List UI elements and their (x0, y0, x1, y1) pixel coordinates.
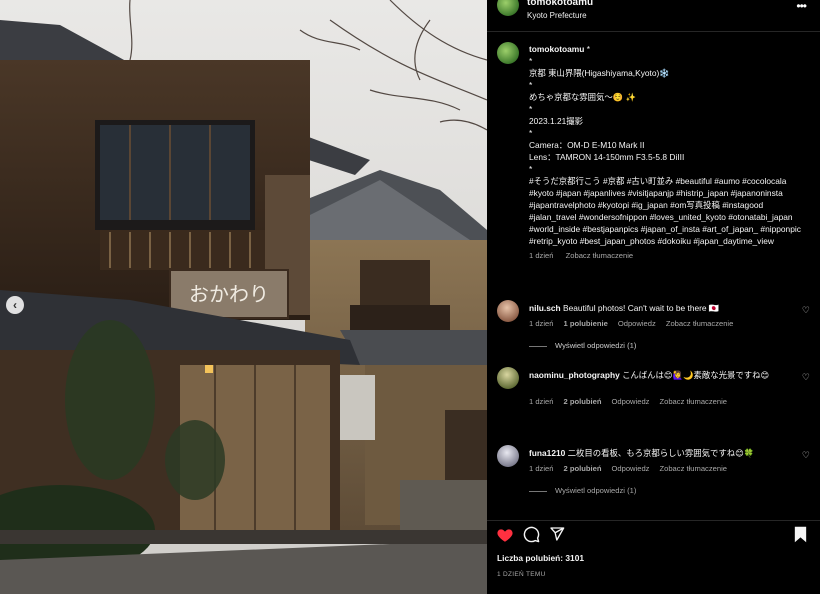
comment-body: こんばんは😊🙋‍♀️🌙素敵な光景ですね😊 (622, 370, 770, 380)
divider (529, 345, 547, 347)
heart-outline-icon[interactable]: ♡ (802, 450, 810, 461)
caption-line: 2023.1.21撮影 (529, 116, 584, 126)
caption-line: Camera：OM-D E-M10 Mark II (529, 140, 645, 150)
comment-username[interactable]: naominu_photography (529, 370, 620, 380)
comment-text: nilu.sch Beautiful photos! Can't wait to… (529, 302, 794, 314)
comments-scroll[interactable]: tomokotoamu * * 京都 東山界隈(Higashiyama,Kyot… (487, 33, 820, 513)
divider (529, 490, 547, 492)
comment-replies-row: Wyświetl odpowiedzi (1) (529, 341, 636, 350)
comment-reply-button[interactable]: Odpowiedz (618, 319, 656, 328)
avatar[interactable] (497, 445, 519, 467)
comment-time: 1 dzień (529, 319, 554, 328)
post-sidebar: tomokotoamu Kyoto Prefecture ••• tomokot… (487, 0, 820, 594)
comment-text: funa1210 二枚目の看板、もろ京都らしい雰囲気ですね😊🍀 (529, 447, 794, 459)
comment-translate-link[interactable]: Zobacz tłumaczenie (659, 397, 727, 406)
comment-reply-button[interactable]: Odpowiedz (611, 464, 649, 473)
header-username[interactable]: tomokotoamu (527, 0, 593, 8)
comment-body: 二枚目の看板、もろ京都らしい雰囲気ですね😊🍀 (567, 448, 755, 458)
caption-line: * (529, 164, 533, 174)
comment-username[interactable]: funa1210 (529, 448, 565, 458)
chevron-left-icon[interactable]: ‹ (6, 296, 24, 314)
caption-username[interactable]: tomokotoamu (529, 44, 584, 54)
comment-time: 1 dzień (529, 464, 554, 473)
caption-line: Lens：TAMRON 14-150mm F3.5-5.8 DiIII (529, 152, 685, 162)
action-bar (487, 520, 820, 550)
comment-likes[interactable]: 1 polubienie (564, 319, 608, 328)
caption-translate-link[interactable]: Zobacz tłumaczenie (566, 251, 634, 260)
heart-outline-icon[interactable]: ♡ (802, 305, 810, 316)
caption-hashtags[interactable]: #そうだ京都行こう #京都 #古い町並み #beautiful #aumo #c… (529, 175, 809, 247)
likes-count[interactable]: Liczba polubień: 3101 (497, 553, 584, 563)
caption-line: めちゃ京都な雰囲気〜☺️ ✨ (529, 92, 636, 102)
caption-line: * (529, 56, 533, 66)
post-date: 1 DZIEŃ TEMU (497, 571, 546, 578)
comment-text: naominu_photography こんばんは😊🙋‍♀️🌙素敵な光景ですね😊 (529, 369, 794, 381)
caption-line: * (529, 80, 533, 90)
view-replies-button[interactable]: Wyświetl odpowiedzi (1) (555, 341, 636, 350)
caption-line: * (529, 128, 533, 138)
avatar[interactable] (497, 300, 519, 322)
header-location[interactable]: Kyoto Prefecture (527, 11, 587, 20)
shop-sign: おかわり (189, 282, 269, 306)
bookmark-icon[interactable] (793, 526, 808, 543)
comment-translate-link[interactable]: Zobacz tłumaczenie (659, 464, 727, 473)
caption: tomokotoamu * * 京都 東山界隈(Higashiyama,Kyot… (529, 43, 809, 262)
comment-body: Beautiful photos! Can't wait to be there… (562, 303, 720, 313)
comment-likes[interactable]: 2 polubień (564, 397, 602, 406)
post-header: tomokotoamu Kyoto Prefecture ••• (487, 0, 820, 32)
avatar[interactable] (497, 367, 519, 389)
post-photo[interactable]: おかわり ‹ (0, 0, 487, 594)
caption-avatar[interactable] (497, 42, 519, 64)
heart-outline-icon[interactable]: ♡ (802, 372, 810, 383)
caption-line: * (529, 104, 533, 114)
comment-likes[interactable]: 2 polubień (564, 464, 602, 473)
comment-reply-button[interactable]: Odpowiedz (611, 397, 649, 406)
heart-filled-icon[interactable] (496, 526, 514, 544)
comment-translate-link[interactable]: Zobacz tłumaczenie (666, 319, 734, 328)
comment-icon[interactable] (523, 526, 540, 543)
avatar[interactable] (497, 0, 519, 16)
send-icon[interactable] (549, 526, 565, 542)
caption-line: 京都 東山界隈(Higashiyama,Kyoto)❄️ (529, 68, 670, 78)
comment-time: 1 dzień (529, 397, 554, 406)
comment-username[interactable]: nilu.sch (529, 303, 561, 313)
caption-time: 1 dzień (529, 251, 554, 260)
more-horizontal-icon[interactable]: ••• (796, 0, 807, 13)
view-replies-button[interactable]: Wyświetl odpowiedzi (1) (555, 486, 636, 495)
caption-suffix: * (584, 44, 590, 54)
